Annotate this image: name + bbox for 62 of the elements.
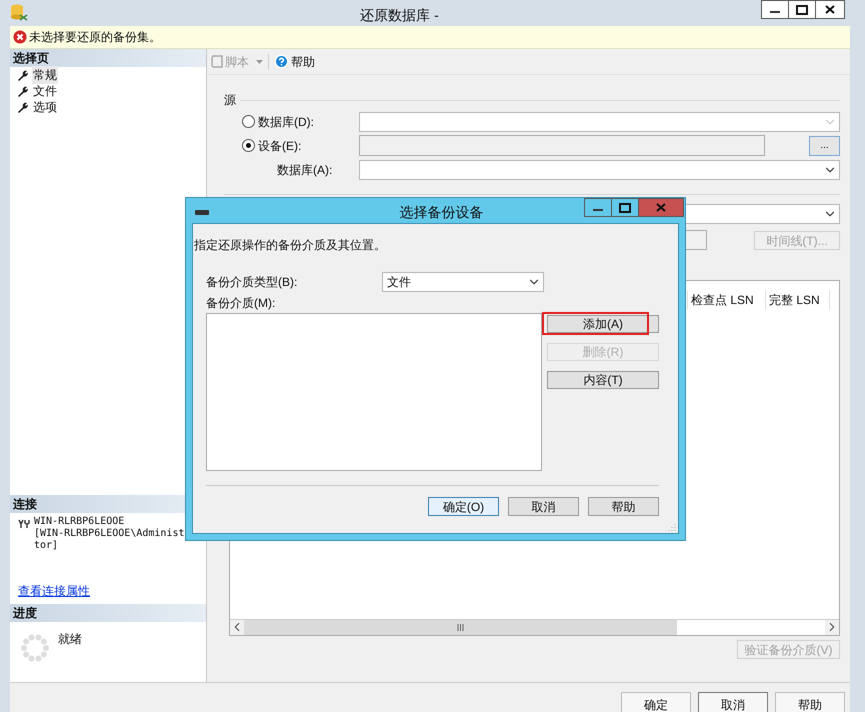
grip-icon: [457, 624, 464, 631]
close-icon: [825, 5, 835, 14]
wrench-icon: [16, 85, 28, 97]
minimize-icon: [593, 209, 603, 211]
wrench-icon: [16, 69, 28, 81]
radio-label: 数据库(D):: [258, 114, 314, 130]
horizontal-scrollbar[interactable]: [230, 619, 839, 635]
resize-grip-icon: [668, 523, 676, 531]
caret-icon: [256, 60, 263, 64]
page-item[interactable]: 选项: [32, 98, 58, 116]
radio-button[interactable]: [242, 139, 255, 152]
column-header[interactable]: 检查点 LSN: [687, 291, 765, 309]
section-header: 选择页: [10, 49, 206, 67]
window-title: 还原数据库 -: [360, 6, 439, 25]
close-button[interactable]: [815, 0, 845, 19]
dialog-button[interactable]: 取消: [698, 692, 768, 712]
dialog-button[interactable]: 帮助: [775, 692, 845, 712]
maximize-icon: [619, 202, 631, 212]
connection-properties-link[interactable]: 查看连接属性: [18, 582, 90, 600]
side-button[interactable]: 内容(T): [547, 371, 659, 389]
close-icon: [656, 203, 666, 212]
connection-icon: [18, 519, 30, 529]
help-icon: [274, 54, 289, 69]
error-icon: [13, 30, 27, 44]
connection-text: [WIN-RLRBP6LEOOE\Administ: [34, 528, 185, 540]
wrench-icon: [16, 101, 28, 113]
side-button[interactable]: 添加(A): [547, 315, 659, 333]
progress-status: 就绪: [58, 631, 82, 648]
maximize-button[interactable]: [789, 0, 815, 19]
column-header[interactable]: 完整 LSN: [765, 291, 829, 309]
page-item[interactable]: 常规: [32, 66, 58, 84]
script-icon: [211, 54, 223, 68]
media-type-select[interactable]: 文件: [382, 272, 544, 292]
browse-button[interactable]: ...: [809, 136, 840, 156]
maximize-icon: [796, 4, 808, 14]
minimize-button[interactable]: [584, 198, 612, 217]
dialog-button[interactable]: 确定(O): [428, 497, 499, 516]
field-label: 备份介质类型(B):: [206, 274, 298, 291]
radio-label: 设备(E):: [258, 138, 302, 154]
spinner-icon: [20, 633, 50, 663]
connection-text: WIN-RLRBP6LEOOE: [34, 516, 126, 528]
field-label: 数据库(A):: [276, 162, 334, 178]
field-label: 备份介质(M):: [206, 295, 276, 312]
window-menu-icon: [195, 210, 209, 216]
dialog-title: 选择备份设备: [400, 203, 484, 222]
instruction-text: 指定还原操作的备份介质及其位置。: [194, 237, 387, 254]
section-header: 进度: [10, 604, 206, 622]
device-field[interactable]: [359, 135, 765, 156]
scroll-thumb[interactable]: [244, 620, 677, 635]
dialog-button[interactable]: 取消: [508, 497, 579, 516]
minimize-button[interactable]: [761, 0, 789, 19]
error-message: 未选择要还原的备份集。: [29, 29, 161, 46]
minimize-icon: [770, 11, 780, 13]
help-button[interactable]: 帮助: [274, 52, 315, 70]
radio-button[interactable]: [242, 115, 255, 128]
dialog-button[interactable]: 确定: [621, 692, 691, 712]
maximize-button[interactable]: [612, 198, 638, 217]
group-title: 源: [224, 92, 236, 109]
page-item[interactable]: 文件: [32, 82, 58, 100]
connection-text: tor]: [34, 540, 60, 552]
dialog-button[interactable]: 帮助: [588, 497, 659, 516]
database-icon: [10, 3, 28, 21]
